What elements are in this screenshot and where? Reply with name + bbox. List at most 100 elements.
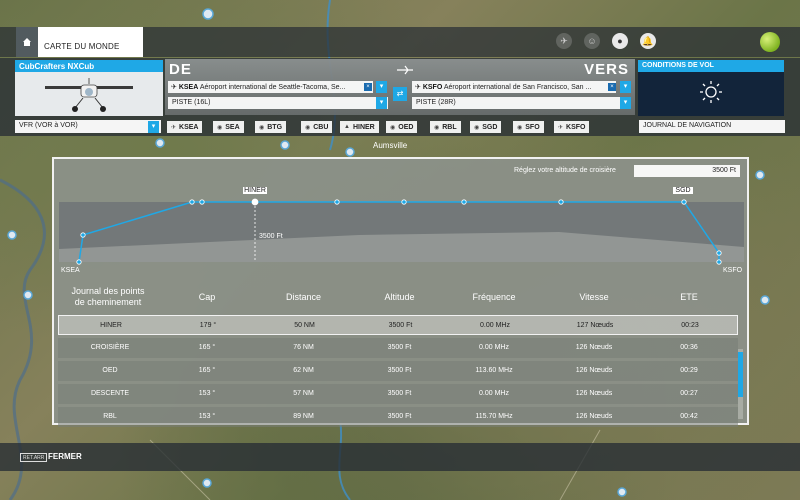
waypoint-chip[interactable]: ✈ KSEA: [167, 121, 203, 133]
col-frequency: Fréquence: [472, 292, 516, 302]
profile-point[interactable]: [199, 199, 205, 205]
from-label: DE: [169, 61, 192, 78]
profile-point[interactable]: [558, 199, 564, 205]
cell-ete: 00:29: [680, 367, 698, 374]
cell-heading: 153 °: [198, 390, 216, 397]
weather-card[interactable]: CONDITIONS DE VOL: [638, 60, 784, 116]
profile-point[interactable]: [716, 250, 722, 256]
profile-point-selected[interactable]: [251, 198, 259, 206]
swap-route-button[interactable]: ⇄: [393, 87, 407, 101]
table-row[interactable]: HINER 179 ° 50 NM 3500 Ft 0.00 MHz 127 Nœuds 0…: [58, 315, 738, 335]
table-row[interactable]: RBL 153 ° 89 NM 3500 Ft 115.70 MHz 126 Nœuds 0…: [58, 407, 738, 427]
key-hint-badge: RET.ARR: [20, 453, 48, 462]
waypoint-chip[interactable]: ◉ BTG: [255, 121, 287, 133]
tab-world-map[interactable]: CARTE DU MONDE: [38, 27, 143, 57]
nav-log-table-header: Journal des points de cheminement Cap Dis…: [54, 286, 747, 312]
waypoint-chip[interactable]: ◉ SFO: [513, 121, 544, 133]
profile-point[interactable]: [461, 199, 467, 205]
cell-name: RBL: [103, 413, 117, 420]
flight-type-select[interactable]: VFR (VOR à VOR): [15, 120, 161, 133]
cell-speed: 126 Nœuds: [575, 390, 613, 397]
cell-frequency: 113.60 MHz: [475, 367, 513, 374]
cell-frequency: 115.70 MHz: [475, 413, 513, 420]
nav-log-button[interactable]: JOURNAL DE NAVIGATION: [639, 120, 785, 133]
profile-point[interactable]: [334, 199, 340, 205]
profile-marker-label: HINER: [244, 187, 266, 194]
cell-frequency: 0.00 MHz: [479, 344, 509, 351]
cell-speed: 127 Nœuds: [576, 322, 614, 329]
waypoint-chip[interactable]: ◉ SGD: [470, 121, 502, 133]
weather-title: CONDITIONS DE VOL: [638, 60, 784, 72]
waypoint-chip[interactable]: ◉ OED: [386, 121, 418, 133]
multiplayer-icon[interactable]: ☺: [584, 33, 600, 49]
waypoint-chip-label: BTG: [267, 123, 283, 131]
cell-heading: 179 °: [199, 322, 217, 329]
waypoint-icon: ◉: [390, 124, 396, 131]
col-ete: ETE: [680, 292, 698, 302]
cell-name: DESCENTE: [90, 390, 130, 397]
waypoint-icon: ◉: [217, 124, 223, 131]
profile-altitude-label: 3500 Ft: [259, 233, 283, 240]
waypoint-chip[interactable]: ✈ KSFO: [554, 121, 590, 133]
waypoint-chip[interactable]: ◉ SEA: [213, 121, 244, 133]
home-button[interactable]: [16, 27, 38, 57]
waypoint-chip[interactable]: ◉ RBL: [430, 121, 461, 133]
waypoint-icon: ◉: [434, 124, 440, 131]
cell-distance: 50 NM: [294, 322, 315, 329]
table-row[interactable]: DESCENTE 153 ° 57 NM 3500 Ft 0.00 MHz 126 Nœu…: [58, 384, 738, 404]
cell-name: CROISIÈRE: [90, 344, 130, 351]
notifications-icon[interactable]: 🔔: [640, 33, 656, 49]
profile-icon[interactable]: ●: [612, 33, 628, 49]
waypoint-chip-label: HINER: [352, 123, 375, 131]
arrival-runway-dropdown-icon[interactable]: ▾: [620, 97, 631, 109]
waypoint-chip[interactable]: ▲ HINER: [340, 121, 379, 133]
waypoint-chip-label: SEA: [225, 123, 240, 131]
aircraft-image: [15, 72, 163, 116]
departure-dropdown-icon[interactable]: ▾: [376, 81, 387, 93]
close-button[interactable]: FERMER: [48, 452, 82, 461]
waypoint-icon: ◉: [474, 124, 480, 131]
cell-distance: 76 NM: [293, 344, 314, 351]
waypoint-chip[interactable]: ◉ CBU: [301, 121, 333, 133]
arrival-runway-select[interactable]: PISTE (28R): [412, 97, 631, 109]
profile-point[interactable]: [76, 259, 82, 265]
table-row[interactable]: OED 165 ° 62 NM 3500 Ft 113.60 MHz 126 Nœuds 0…: [58, 361, 738, 381]
nav-log-table-body: HINER 179 ° 50 NM 3500 Ft 0.00 MHz 127 Nœuds 0…: [58, 315, 738, 430]
departure-runway-dropdown-icon[interactable]: ▾: [376, 97, 387, 109]
cell-altitude: 3500 Ft: [387, 413, 412, 420]
departure-icon: ✈: [171, 84, 179, 91]
profile-point[interactable]: [716, 259, 722, 265]
marketplace-icon[interactable]: ✈: [556, 33, 572, 49]
table-row[interactable]: CROISIÈRE 165 ° 76 NM 3500 Ft 0.00 MHz 126 Nœ…: [58, 338, 738, 358]
flight-type-dropdown-icon[interactable]: ▾: [148, 121, 159, 133]
departure-airport-field[interactable]: ✈ KSEA Aéroport international de Seattle…: [168, 81, 373, 93]
cell-altitude: 3500 Ft: [388, 322, 413, 329]
clear-departure-icon[interactable]: ×: [364, 83, 372, 91]
aircraft-card[interactable]: CubCrafters NXCub: [15, 60, 163, 116]
profile-point[interactable]: [401, 199, 407, 205]
clear-arrival-icon[interactable]: ×: [608, 83, 616, 91]
cell-speed: 126 Nœuds: [575, 367, 613, 374]
cell-heading: 153 °: [198, 413, 216, 420]
cell-distance: 89 NM: [293, 413, 314, 420]
arrival-airport-field[interactable]: ✈ KSFO Aéroport international de San Fra…: [412, 81, 616, 93]
profile-point[interactable]: [189, 199, 195, 205]
cell-ete: 00:27: [680, 390, 698, 397]
table-scrollbar[interactable]: [738, 352, 743, 397]
arrival-dropdown-icon[interactable]: ▾: [620, 81, 631, 93]
aircraft-title: CubCrafters NXCub: [15, 60, 163, 72]
waypoint-chip-label: SGD: [482, 123, 498, 131]
cruise-altitude-input[interactable]: 3500 Ft: [634, 165, 740, 177]
status-orb-icon[interactable]: [760, 32, 780, 52]
waypoint-icon: ◉: [259, 124, 265, 131]
cell-altitude: 3500 Ft: [387, 344, 412, 351]
profile-marker2-label: SGD: [675, 187, 690, 194]
waypoint-icon: ◉: [517, 124, 523, 131]
departure-runway-select[interactable]: PISTE (16L): [168, 97, 388, 109]
bottom-bar: [0, 443, 800, 471]
waypoint-chip-label: RBL: [442, 123, 457, 131]
waypoint-icon: ◉: [305, 124, 311, 131]
profile-point[interactable]: [80, 232, 86, 238]
map-label-aumsville: Aumsville: [373, 141, 408, 150]
profile-point[interactable]: [681, 199, 687, 205]
